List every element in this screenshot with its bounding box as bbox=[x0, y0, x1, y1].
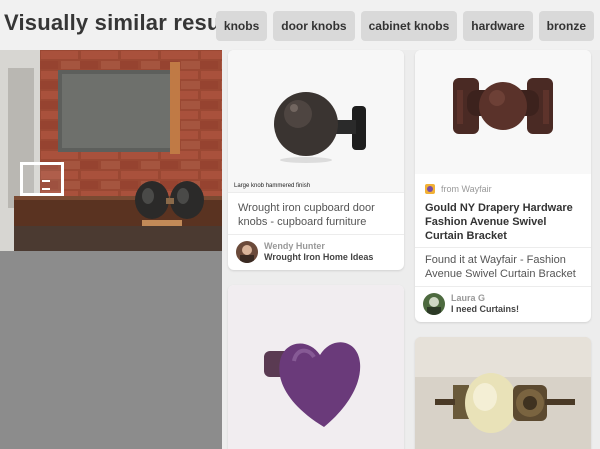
pin-card-glass-knob[interactable] bbox=[415, 337, 591, 449]
selection-crop-marker bbox=[42, 180, 50, 190]
avatar bbox=[423, 293, 445, 315]
chip-hardware[interactable]: hardware bbox=[463, 11, 533, 41]
knob-photo bbox=[228, 50, 404, 192]
divider bbox=[415, 286, 591, 287]
chip-bronze[interactable]: bronze bbox=[538, 11, 594, 41]
pin-card-heart-knob[interactable] bbox=[228, 285, 404, 449]
curtain-bracket-photo bbox=[415, 50, 591, 174]
pin-source[interactable]: from Wayfair bbox=[425, 184, 492, 194]
chip-knobs[interactable]: knobs bbox=[215, 11, 268, 41]
selection-box-icon[interactable] bbox=[20, 162, 64, 196]
brick-wall-mantel-photo bbox=[0, 50, 222, 251]
pin-description: Found it at Wayfair - Fashion Avenue Swi… bbox=[425, 254, 576, 280]
heart-knob-photo bbox=[228, 285, 404, 449]
avatar bbox=[236, 241, 258, 263]
results-header: Visually similar results knobs door knob… bbox=[0, 0, 600, 50]
source-photo[interactable] bbox=[0, 50, 222, 251]
pin-card-wrought-iron-knob[interactable]: Large knob hammered finish Wrought iron … bbox=[228, 50, 404, 270]
pinner-name: Laura G bbox=[451, 293, 486, 303]
chip-cabinet-knobs[interactable]: cabinet knobs bbox=[360, 11, 458, 41]
page-title: Visually similar results bbox=[4, 10, 247, 35]
pinner-info[interactable]: Wendy Hunter Wrought Iron Home Ideas bbox=[236, 241, 373, 263]
divider bbox=[228, 192, 404, 193]
pinner-board: Wrought Iron Home Ideas bbox=[264, 252, 374, 262]
image-caption: Large knob hammered finish bbox=[234, 183, 311, 189]
source-label: from Wayfair bbox=[441, 184, 492, 194]
source-image-panel bbox=[0, 50, 222, 449]
glass-knob-photo bbox=[415, 337, 591, 449]
wayfair-icon bbox=[425, 184, 435, 194]
ghost-toolbar-strip bbox=[0, 0, 600, 6]
pin-description: Wrought iron cupboard door knobs - cupbo… bbox=[238, 202, 375, 228]
pin-card-curtain-bracket[interactable]: from Wayfair Gould NY Drapery Hardware F… bbox=[415, 50, 591, 322]
pinner-board: I need Curtains! bbox=[451, 304, 520, 314]
pinner-name: Wendy Hunter bbox=[264, 241, 325, 251]
divider bbox=[415, 247, 591, 248]
chip-door-knobs[interactable]: door knobs bbox=[273, 11, 355, 41]
pinner-info[interactable]: Laura G I need Curtains! bbox=[423, 293, 519, 315]
divider bbox=[228, 234, 404, 235]
pin-title: Gould NY Drapery Hardware Fashion Avenue… bbox=[425, 202, 573, 242]
related-terms: knobs door knobs cabinet knobs hardware … bbox=[215, 11, 594, 41]
